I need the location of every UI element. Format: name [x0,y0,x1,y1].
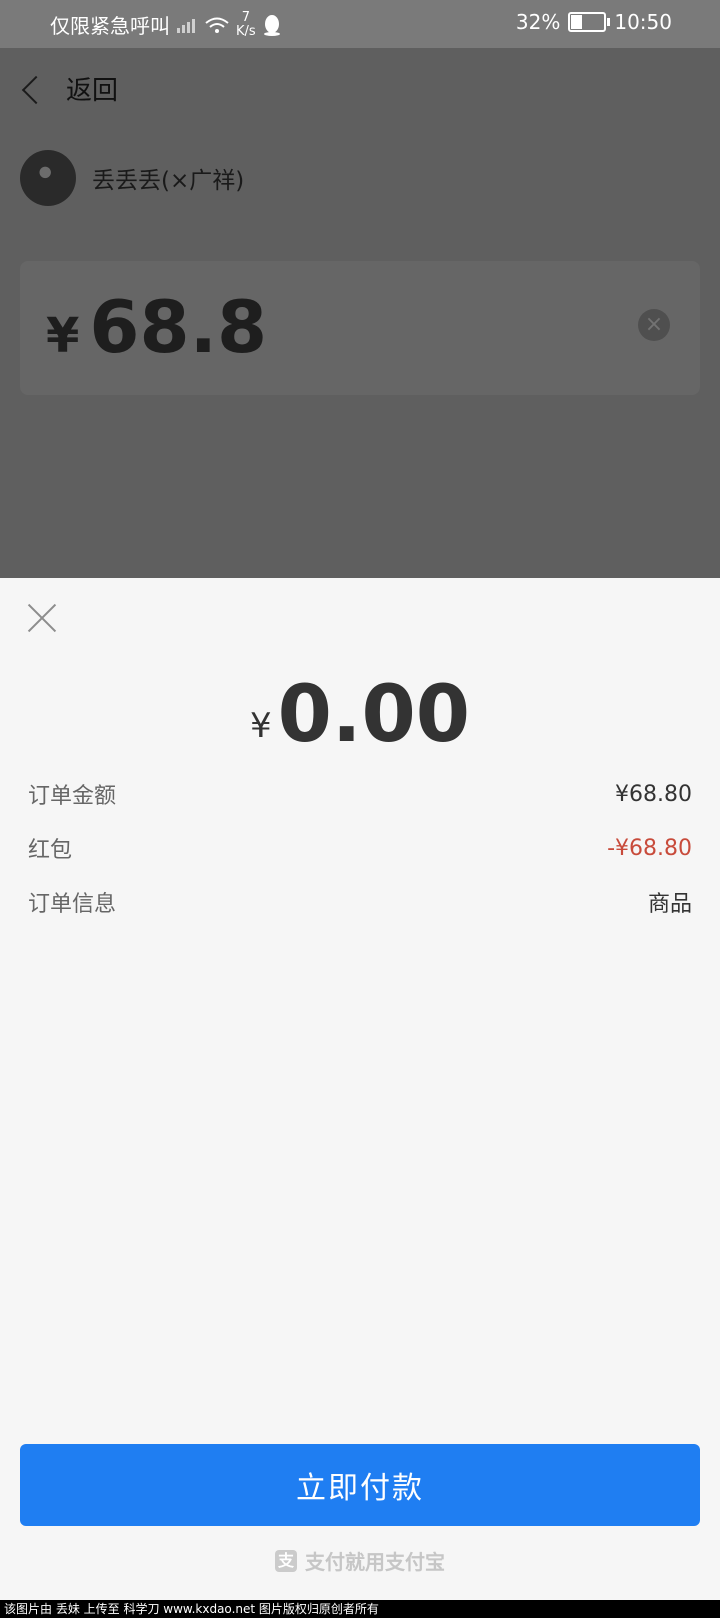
status-left: 仅限紧急呼叫 7 K/s [50,10,282,39]
qq-icon [263,14,280,36]
wifi-icon [205,17,229,33]
net-speed: 7 K/s [236,9,256,39]
net-speed-unit: K/s [236,23,256,39]
alipay-icon: 支 [275,1549,297,1572]
red-packet-label: 红包 [28,838,73,863]
status-bar: 仅限紧急呼叫 7 K/s 32% 10:50 [0,0,720,48]
back-label[interactable]: 返回 [66,70,118,107]
merchant-name: 丢丢丢(×广祥) [92,168,245,194]
pay-page: 返回 丢丢丢(×广祥) ¥68.8 × [0,48,720,578]
order-amount-label: 订单金额 [28,784,117,809]
order-amount-row: 订单金额 ¥68.80 [28,774,692,814]
avatar [20,150,76,206]
watermark: 该图片由 丢妹 上传至 科学刀 www.kxdao.net 图片版权归原创者所有 [0,1600,720,1618]
clear-icon[interactable]: × [638,309,670,341]
battery-percent: 32% [515,10,561,34]
amount-value[interactable]: ¥68.8 [46,285,267,369]
amount-currency: ¥ [46,308,80,364]
order-info-value: 商品 [647,892,692,917]
order-info-label: 订单信息 [28,892,117,917]
close-icon[interactable] [26,602,58,634]
red-packet-row: 红包 -¥68.80 [28,828,692,868]
amount-input[interactable]: ¥68.8 × [20,261,700,395]
net-speed-value: 7 [241,9,250,25]
amount-number: 68.8 [89,285,268,369]
back-button[interactable]: 返回 [20,70,118,107]
signal-icon [177,18,195,33]
pay-amount: ¥0.00 [0,670,720,760]
chevron-left-icon[interactable] [20,78,42,100]
brand-text: 支付就用支付宝 [305,1550,445,1574]
merchant-info: 丢丢丢(×广祥) [20,150,244,206]
carrier-text: 仅限紧急呼叫 [50,14,170,38]
pay-now-button[interactable]: 立即付款 [20,1444,700,1526]
status-right: 32% 10:50 [516,10,672,34]
pay-amount-number: 0.00 [277,670,471,760]
battery-icon [568,12,611,32]
battery-level [571,15,583,29]
red-packet-value: -¥68.80 [607,835,692,861]
alipay-brand: 支 支付就用支付宝 [0,1546,720,1575]
order-info-row: 订单信息 商品 [28,882,692,922]
order-amount-value: ¥68.80 [615,781,692,807]
pay-currency: ¥ [249,706,272,746]
payment-sheet: ¥0.00 订单金额 ¥68.80 红包 -¥68.80 订单信息 商品 立即付… [0,578,720,1600]
clock: 10:50 [614,10,672,34]
